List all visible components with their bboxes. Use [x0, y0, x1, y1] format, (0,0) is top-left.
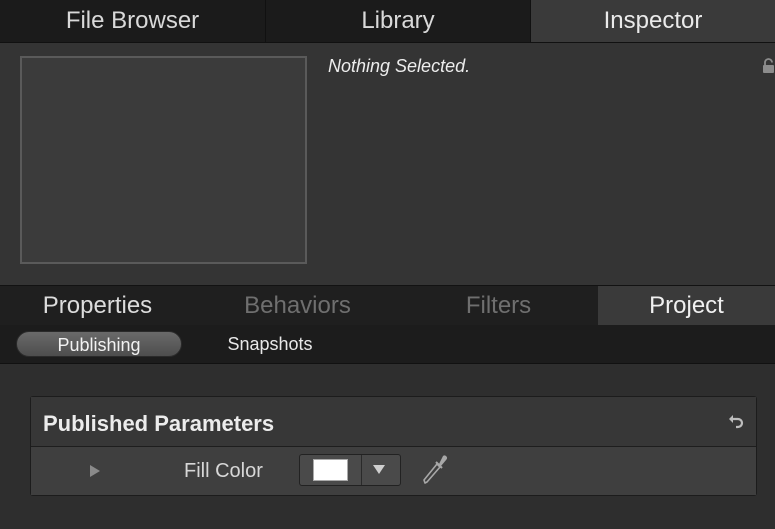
color-swatch[interactable]: [313, 459, 348, 481]
chevron-down-icon[interactable]: [372, 464, 386, 475]
parameter-row-fill-color: Fill Color: [31, 447, 756, 495]
selection-status: Nothing Selected.: [328, 56, 471, 76]
tab-properties[interactable]: Properties: [0, 286, 195, 326]
tab-project[interactable]: Project: [598, 286, 775, 326]
top-tab-bar: File Browser Library Inspector: [0, 0, 775, 43]
eyedropper-icon[interactable]: [420, 452, 448, 486]
tab-behaviors[interactable]: Behaviors: [196, 286, 399, 326]
segment-snapshots[interactable]: Snapshots: [200, 331, 340, 357]
project-segment-bar: Publishing Snapshots: [0, 325, 775, 364]
reset-icon[interactable]: [727, 413, 745, 431]
tab-filters[interactable]: Filters: [400, 286, 597, 326]
panel-title: Published Parameters: [43, 411, 275, 436]
preview-thumbnail: [20, 56, 307, 264]
disclosure-triangle-icon[interactable]: [89, 464, 101, 478]
tab-inspector[interactable]: Inspector: [531, 0, 775, 42]
inspector-tab-bar: Properties Behaviors Filters Project: [0, 285, 775, 327]
tab-library[interactable]: Library: [266, 0, 531, 42]
well-divider: [361, 455, 362, 485]
segment-publishing[interactable]: Publishing: [16, 331, 182, 357]
project-content: Published Parameters Fill Color: [0, 364, 775, 529]
published-parameters-panel: Published Parameters Fill Color: [30, 396, 757, 496]
panel-header: Published Parameters: [31, 397, 756, 447]
color-well[interactable]: [299, 454, 401, 486]
tab-file-browser[interactable]: File Browser: [0, 0, 266, 42]
lock-icon[interactable]: [762, 58, 775, 74]
parameter-label: Fill Color: [184, 460, 263, 482]
